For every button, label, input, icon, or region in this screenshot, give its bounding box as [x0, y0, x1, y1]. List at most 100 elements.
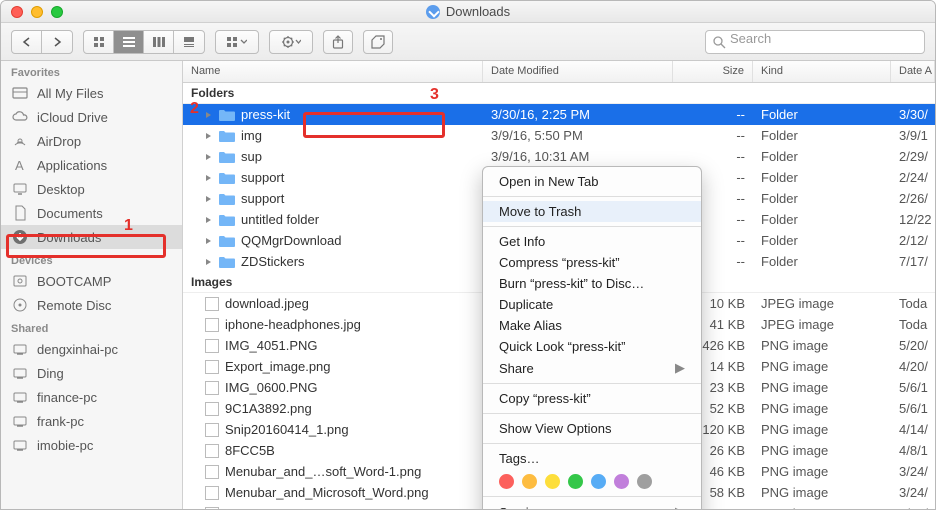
image-file-icon — [205, 423, 219, 437]
cell-kind: Folder — [753, 107, 891, 122]
folder-icon — [219, 130, 235, 142]
sidebar-item-label: BOOTCAMP — [37, 274, 111, 289]
image-file-icon — [205, 318, 219, 332]
sidebar-item[interactable]: Downloads — [1, 225, 182, 249]
sidebar-item[interactable]: finance-pc — [1, 385, 182, 409]
file-row[interactable]: img3/9/16, 5:50 PM--Folder3/9/1 — [183, 125, 935, 146]
share-button[interactable] — [323, 30, 353, 54]
sidebar-item[interactable]: AirDrop — [1, 129, 182, 153]
sidebar-section-header: Devices — [1, 249, 182, 269]
disclosure-triangle-icon[interactable] — [205, 111, 213, 119]
tag-color-dot[interactable] — [568, 474, 583, 489]
sidebar-item[interactable]: iCloud Drive — [1, 105, 182, 129]
sidebar-item-label: Documents — [37, 206, 103, 221]
forward-button[interactable] — [42, 31, 72, 53]
tags-button[interactable] — [363, 30, 393, 54]
file-name: 2A20E7D4_B47…5AE787D04.png — [225, 506, 427, 509]
sidebar-item[interactable]: BOOTCAMP — [1, 269, 182, 293]
disclosure-triangle-icon[interactable] — [205, 174, 213, 182]
tag-color-dot[interactable] — [522, 474, 537, 489]
zoom-window-button[interactable] — [51, 6, 63, 18]
menu-item[interactable]: Get Info — [483, 231, 701, 252]
view-list-button[interactable] — [114, 31, 144, 53]
sidebar-item[interactable]: Desktop — [1, 177, 182, 201]
tag-color-dot[interactable] — [545, 474, 560, 489]
sidebar-item-label: Applications — [37, 158, 107, 173]
menu-separator — [483, 383, 701, 384]
sidebar-item[interactable]: Remote Disc — [1, 293, 182, 317]
col-date-modified[interactable]: Date Modified — [483, 61, 673, 82]
disclosure-triangle-icon[interactable] — [205, 237, 213, 245]
tag-color-dot[interactable] — [614, 474, 629, 489]
col-name[interactable]: Name — [183, 61, 483, 82]
menu-item[interactable]: Burn “press-kit” to Disc… — [483, 273, 701, 294]
sidebar-item[interactable]: imobie-pc — [1, 433, 182, 457]
close-window-button[interactable] — [11, 6, 23, 18]
back-button[interactable] — [12, 31, 42, 53]
col-size[interactable]: Size — [673, 61, 753, 82]
sidebar-item-icon: A — [11, 156, 29, 174]
sidebar-item-label: finance-pc — [37, 390, 97, 405]
file-row[interactable]: press-kit3/30/16, 2:25 PM--Folder3/30/ — [183, 104, 935, 125]
cell-dateadd: 2/29/ — [891, 149, 935, 164]
view-coverflow-button[interactable] — [174, 31, 204, 53]
cell-size: -- — [673, 107, 753, 122]
menu-item-label: Show View Options — [499, 421, 612, 436]
view-icons-button[interactable] — [84, 31, 114, 53]
search-icon — [712, 35, 726, 49]
menu-item[interactable]: Duplicate — [483, 294, 701, 315]
image-file-icon — [205, 360, 219, 374]
menu-item[interactable]: Move to Trash — [483, 201, 701, 222]
action-button[interactable] — [270, 31, 312, 53]
downloads-folder-icon — [426, 5, 440, 19]
cell-kind: PNG image — [753, 485, 891, 500]
sidebar-item[interactable]: frank-pc — [1, 409, 182, 433]
file-list[interactable]: Folderspress-kit3/30/16, 2:25 PM--Folder… — [183, 83, 935, 509]
menu-item[interactable]: Quick Look “press-kit” — [483, 336, 701, 357]
cell-kind: JPEG image — [753, 296, 891, 311]
sidebar-item-icon — [11, 204, 29, 222]
sidebar-item-label: iCloud Drive — [37, 110, 108, 125]
sidebar-item[interactable]: Documents — [1, 201, 182, 225]
col-date-added[interactable]: Date A — [891, 61, 935, 82]
menu-item[interactable]: Copy “press-kit” — [483, 388, 701, 409]
cell-dateadd: 5/20/ — [891, 338, 935, 353]
tag-color-dot[interactable] — [637, 474, 652, 489]
cell-kind: PNG image — [753, 506, 891, 509]
cell-size: -- — [673, 149, 753, 164]
sidebar-item-icon — [11, 84, 29, 102]
col-kind[interactable]: Kind — [753, 61, 891, 82]
arrange-button[interactable] — [216, 31, 258, 53]
cell-dateadd: 4/20/ — [891, 359, 935, 374]
menu-item[interactable]: Share▶ — [483, 357, 701, 379]
menu-item[interactable]: Tags… — [483, 448, 701, 469]
disclosure-triangle-icon[interactable] — [205, 195, 213, 203]
sidebar-item[interactable]: A Applications — [1, 153, 182, 177]
disclosure-triangle-icon[interactable] — [205, 153, 213, 161]
cell-dateadd: 7/17/ — [891, 254, 935, 269]
file-row[interactable]: sup3/9/16, 10:31 AM--Folder2/29/ — [183, 146, 935, 167]
disclosure-triangle-icon[interactable] — [205, 216, 213, 224]
menu-item[interactable]: Compress “press-kit” — [483, 252, 701, 273]
minimize-window-button[interactable] — [31, 6, 43, 18]
columns-header: Name Date Modified Size Kind Date A — [183, 61, 935, 83]
tag-color-dot[interactable] — [499, 474, 514, 489]
search-field[interactable]: Search — [705, 30, 925, 54]
disclosure-triangle-icon[interactable] — [205, 258, 213, 266]
disclosure-triangle-icon[interactable] — [205, 132, 213, 140]
menu-item-services[interactable]: Services▶ — [483, 501, 701, 509]
context-menu: Open in New Tab Move to Trash Get InfoComp… — [482, 166, 702, 509]
tag-color-dot[interactable] — [591, 474, 606, 489]
menu-item[interactable]: Open in New Tab — [483, 171, 701, 192]
sidebar-item[interactable]: All My Files — [1, 81, 182, 105]
menu-item[interactable]: Make Alias — [483, 315, 701, 336]
menu-item[interactable]: Show View Options — [483, 418, 701, 439]
finder-window: Downloads Search FavoritesAll My FilesiC… — [0, 0, 936, 510]
window-controls — [11, 6, 63, 18]
view-columns-button[interactable] — [144, 31, 174, 53]
sidebar-item[interactable]: Ding — [1, 361, 182, 385]
sidebar-item[interactable]: dengxinhai-pc — [1, 337, 182, 361]
file-name: untitled folder — [241, 212, 319, 227]
cell-kind: PNG image — [753, 338, 891, 353]
cell-date: 3/9/16, 10:31 AM — [483, 149, 673, 164]
